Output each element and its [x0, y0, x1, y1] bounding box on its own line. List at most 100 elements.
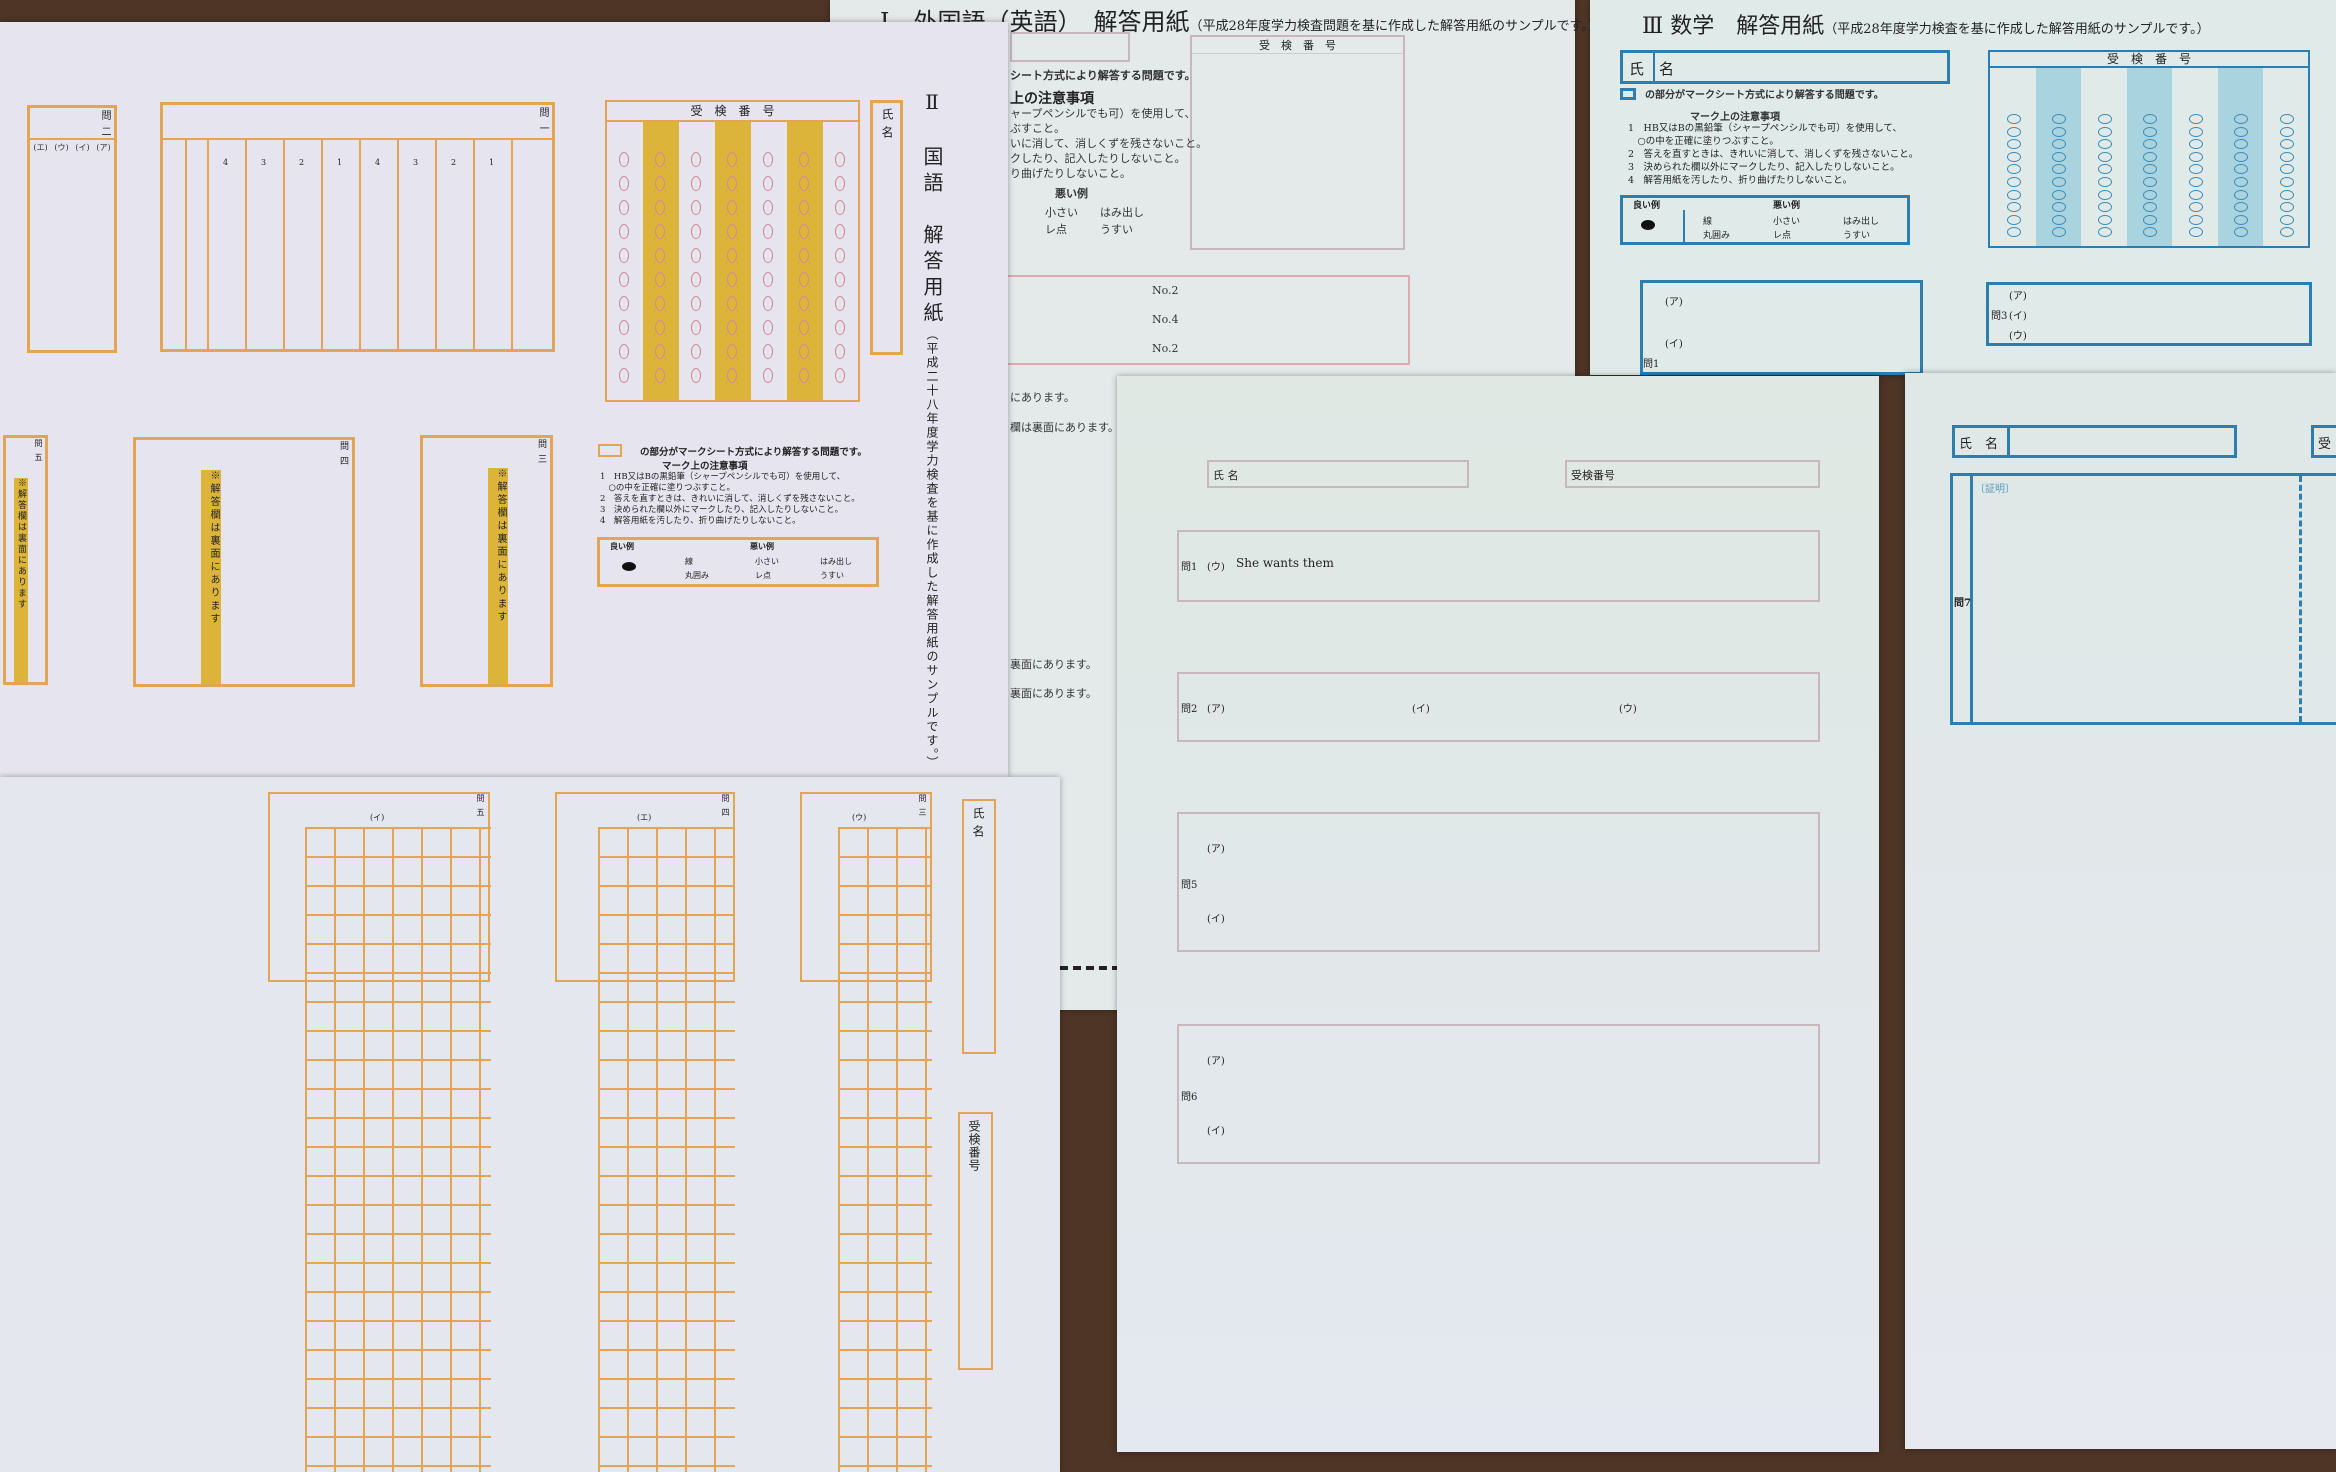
- mark-bubble[interactable]: [619, 272, 629, 287]
- mark-bubble[interactable]: [2188, 139, 2203, 150]
- mark-bubble[interactable]: [727, 272, 737, 287]
- mark-bubble[interactable]: [763, 344, 773, 359]
- mark-bubble[interactable]: [2279, 139, 2294, 150]
- mark-bubble[interactable]: [799, 320, 809, 335]
- mark-bubble[interactable]: [763, 248, 773, 263]
- mark-bubble[interactable]: [619, 344, 629, 359]
- mark-bubble[interactable]: [2279, 214, 2294, 225]
- mark-bubble[interactable]: [2143, 151, 2158, 162]
- mark-bubble[interactable]: [691, 320, 701, 335]
- mark-bubble[interactable]: [2234, 214, 2249, 225]
- mark-bubble[interactable]: [799, 224, 809, 239]
- mark-bubble[interactable]: [835, 368, 845, 383]
- mark-bubble[interactable]: [2097, 164, 2112, 175]
- mark-bubble[interactable]: [2052, 214, 2067, 225]
- mark-bubble[interactable]: [619, 152, 629, 167]
- name-field[interactable]: 氏 名: [1207, 460, 1469, 488]
- mark-bubble[interactable]: [619, 248, 629, 263]
- mark-bubble[interactable]: [2188, 114, 2203, 124]
- mark-bubble[interactable]: [2006, 126, 2021, 137]
- mark-bubble[interactable]: [799, 368, 809, 383]
- mark-bubble[interactable]: [727, 296, 737, 311]
- mark-bubble[interactable]: [2279, 164, 2294, 175]
- mark-bubble[interactable]: [2188, 151, 2203, 162]
- mark-bubble[interactable]: [619, 368, 629, 383]
- mark-bubble[interactable]: [619, 200, 629, 215]
- mark-bubble[interactable]: [2143, 189, 2158, 200]
- mark-bubble[interactable]: [2097, 151, 2112, 162]
- mark-bubble[interactable]: [691, 248, 701, 263]
- mark-bubble[interactable]: [691, 272, 701, 287]
- mark-bubble[interactable]: [763, 368, 773, 383]
- mark-bubble[interactable]: [691, 176, 701, 191]
- mark-bubble[interactable]: [2006, 227, 2021, 238]
- mark-bubble[interactable]: [2279, 189, 2294, 200]
- mark-bubble[interactable]: [763, 296, 773, 311]
- mark-bubble[interactable]: [835, 224, 845, 239]
- mark-bubble[interactable]: [799, 344, 809, 359]
- mark-bubble[interactable]: [691, 368, 701, 383]
- mark-bubble[interactable]: [655, 248, 665, 263]
- mark-bubble[interactable]: [2006, 151, 2021, 162]
- mark-bubble[interactable]: [2097, 114, 2112, 124]
- mark-bubble[interactable]: [799, 248, 809, 263]
- mark-bubble[interactable]: [763, 224, 773, 239]
- mark-bubble[interactable]: [835, 152, 845, 167]
- mark-bubble[interactable]: [2006, 189, 2021, 200]
- mark-bubble[interactable]: [727, 176, 737, 191]
- mark-bubble[interactable]: [2279, 227, 2294, 238]
- mark-bubble[interactable]: [799, 176, 809, 191]
- mark-bubble[interactable]: [2279, 114, 2294, 124]
- mark-bubble[interactable]: [799, 200, 809, 215]
- mark-bubble[interactable]: [655, 272, 665, 287]
- mark-bubble[interactable]: [835, 272, 845, 287]
- mark-bubble[interactable]: [835, 296, 845, 311]
- mark-bubble[interactable]: [691, 152, 701, 167]
- mark-bubble[interactable]: [2279, 151, 2294, 162]
- mark-bubble[interactable]: [2188, 177, 2203, 187]
- mark-bubble[interactable]: [727, 320, 737, 335]
- mark-bubble[interactable]: [2097, 189, 2112, 200]
- mark-bubble[interactable]: [2234, 126, 2249, 137]
- mark-bubble[interactable]: [2052, 126, 2067, 137]
- mark-bubble[interactable]: [2097, 126, 2112, 137]
- mark-bubble[interactable]: [619, 224, 629, 239]
- mark-bubble[interactable]: [2188, 189, 2203, 200]
- mark-bubble[interactable]: [2097, 139, 2112, 150]
- mark-bubble[interactable]: [2279, 202, 2294, 213]
- mark-bubble[interactable]: [655, 224, 665, 239]
- mark-bubble[interactable]: [835, 248, 845, 263]
- mark-bubble[interactable]: [727, 368, 737, 383]
- mark-bubble[interactable]: [2188, 126, 2203, 137]
- mark-bubble[interactable]: [619, 296, 629, 311]
- mark-bubble[interactable]: [799, 296, 809, 311]
- mark-bubble[interactable]: [655, 368, 665, 383]
- mark-bubble[interactable]: [655, 152, 665, 167]
- mark-bubble[interactable]: [2006, 164, 2021, 175]
- mark-bubble[interactable]: [763, 272, 773, 287]
- mark-bubble[interactable]: [727, 224, 737, 239]
- mark-bubble[interactable]: [691, 200, 701, 215]
- mark-bubble[interactable]: [727, 200, 737, 215]
- mark-bubble[interactable]: [2006, 214, 2021, 225]
- mark-bubble[interactable]: [2234, 189, 2249, 200]
- mark-bubble[interactable]: [655, 320, 665, 335]
- mark-bubble[interactable]: [2188, 227, 2203, 238]
- mark-bubble[interactable]: [2097, 227, 2112, 238]
- mark-bubble[interactable]: [655, 200, 665, 215]
- mark-bubble[interactable]: [691, 296, 701, 311]
- mark-bubble[interactable]: [619, 176, 629, 191]
- mark-bubble[interactable]: [619, 320, 629, 335]
- mark-bubble[interactable]: [2188, 164, 2203, 175]
- mark-bubble[interactable]: [727, 344, 737, 359]
- exam-number-field[interactable]: 受検番号: [1565, 460, 1820, 488]
- mark-bubble[interactable]: [2006, 202, 2021, 213]
- mark-bubble[interactable]: [691, 224, 701, 239]
- mark-bubble[interactable]: [2143, 126, 2158, 137]
- math-name-field[interactable]: 氏 名: [1952, 425, 2237, 458]
- mark-bubble[interactable]: [799, 152, 809, 167]
- mark-bubble[interactable]: [727, 248, 737, 263]
- mark-bubble[interactable]: [763, 320, 773, 335]
- mark-bubble[interactable]: [691, 344, 701, 359]
- mark-bubble[interactable]: [655, 296, 665, 311]
